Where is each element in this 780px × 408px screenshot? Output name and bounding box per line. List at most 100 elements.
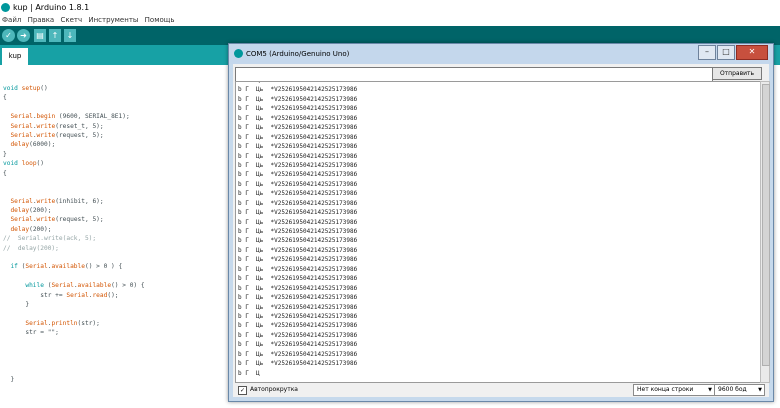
menu-bar: Файл Правка Скетч Инструменты Помощь xyxy=(0,15,780,26)
serial-monitor-body: Отправить b Г Ць *V252619504214252517398… xyxy=(233,64,770,397)
serial-output-line: b Г Ць *V252619504214252517398б xyxy=(238,124,358,132)
menu-file[interactable]: Файл xyxy=(2,15,21,26)
code-line: while (Serial.available() > 0) { xyxy=(25,282,145,290)
chevron-down-icon: ▼ xyxy=(708,387,712,393)
line-ending-value: Нет конца строки xyxy=(637,386,694,393)
tab-kup[interactable]: kup xyxy=(2,48,28,65)
line-ending-select[interactable]: Нет конца строки ▼ xyxy=(633,384,715,396)
code-line: if (Serial.available() > 0 ) { xyxy=(10,263,123,271)
close-button[interactable]: ✕ xyxy=(736,45,768,60)
code-line: delay(200); xyxy=(10,207,52,215)
code-line: { xyxy=(3,94,7,102)
scrollbar[interactable] xyxy=(760,81,770,383)
code-text: void setup() { Serial.begin (9600, SERIAL… xyxy=(3,84,145,385)
serial-output-line: b Г Ць *V252619504214252517398б xyxy=(238,312,358,320)
send-button[interactable]: Отправить xyxy=(712,67,762,80)
code-line: str = ""; xyxy=(3,329,59,337)
arrow-up-icon: ↑ xyxy=(51,31,59,40)
verify-button[interactable]: ✓ xyxy=(2,29,15,42)
serial-output-line: b Г Ць *V252619504214252517398б xyxy=(238,246,358,254)
code-line: } xyxy=(3,376,15,384)
code-line: delay(6000); xyxy=(10,141,56,149)
serial-output-line: b Г Ць *V252619504214252517398б xyxy=(238,360,358,368)
code-line: Serial.write(request, 5); xyxy=(10,131,104,139)
arduino-logo-icon xyxy=(1,3,10,12)
code-line: // Serial.write(ack, 5); xyxy=(3,235,97,243)
serial-output-line: b Г Ць *V252619504214252517398б xyxy=(238,209,358,217)
code-line: Serial.write(request, 5); xyxy=(10,216,104,224)
code-line: Serial.begin (9600, SERIAL_8E1); xyxy=(10,113,130,121)
baud-select[interactable]: 9600 бод ▼ xyxy=(714,384,765,396)
scrollbar-thumb[interactable] xyxy=(762,84,770,366)
serial-input[interactable] xyxy=(235,67,713,82)
serial-output-line: b Г Ць *V252619504214252517398б xyxy=(238,199,358,207)
maximize-icon: □ xyxy=(722,47,730,56)
serial-output-line: b Г Ць *V252619504214252517398б xyxy=(238,180,358,188)
serial-output-text: b Г Ць *V252619504214252517398б b Г Ць *V… xyxy=(238,82,358,378)
arrow-right-icon: ➜ xyxy=(20,31,27,40)
serial-output-line: b Г Ць *V252619504214252517398б xyxy=(238,294,358,302)
open-button[interactable]: ↑ xyxy=(49,29,61,42)
maximize-button[interactable]: □ xyxy=(717,45,735,60)
serial-output-line: b Г Ць *V252619504214252517398б xyxy=(238,171,358,179)
menu-help[interactable]: Помощь xyxy=(145,15,175,26)
serial-monitor-window: COM5 (Arduino/Genuino Uno) – □ ✕ Отправи… xyxy=(228,43,774,402)
serial-output-line: b Г Ць *V252619504214252517398б xyxy=(238,114,358,122)
new-button[interactable]: ▤ xyxy=(34,29,46,42)
code-line: { xyxy=(3,169,7,177)
serial-monitor-title-bar[interactable]: COM5 (Arduino/Genuino Uno) – □ ✕ xyxy=(229,44,773,64)
serial-output-line: b Г Ць *V252619504214252517398б xyxy=(238,190,358,198)
arrow-down-icon: ↓ xyxy=(66,31,74,40)
code-line: Serial.println(str); xyxy=(25,319,100,327)
close-icon: ✕ xyxy=(748,47,756,56)
serial-output-line: b Г Ць *V252619504214252517398б xyxy=(238,218,358,226)
code-line: str += Serial.read(); xyxy=(3,291,119,299)
ide-title-bar: kup | Arduino 1.8.1 xyxy=(0,0,780,15)
code-line: // delay(200); xyxy=(3,244,59,252)
serial-output-line: b Г Ць *V252619504214252517398б xyxy=(238,256,358,264)
menu-sketch[interactable]: Скетч xyxy=(60,15,82,26)
minimize-button[interactable]: – xyxy=(698,45,716,60)
code-line: void loop() xyxy=(3,160,44,168)
save-button[interactable]: ↓ xyxy=(64,29,76,42)
serial-output-line: b Г Ць *V252619504214252517398б xyxy=(238,303,358,311)
serial-output-line: b Г Ць *V252619504214252517398б xyxy=(238,275,358,283)
code-line: } xyxy=(3,150,7,158)
serial-output-line: b Г Ць *V252619504214252517398б xyxy=(238,265,358,273)
serial-output-line: b Г Ць *V252619504214252517398б xyxy=(238,133,358,141)
chevron-down-icon: ▼ xyxy=(758,387,762,393)
serial-output-line: b Г Ць *V252619504214252517398б xyxy=(238,152,358,160)
autoscroll-checkbox[interactable]: ✓ xyxy=(238,386,247,395)
menu-edit[interactable]: Правка xyxy=(28,15,55,26)
serial-output-line: b Г Ць *V252619504214252517398б xyxy=(238,322,358,330)
serial-output-line: b Г Ць *V252619504214252517398б xyxy=(238,331,358,339)
serial-output-line: b Г Ць *V252619504214252517398б xyxy=(238,284,358,292)
code-line: Serial.write(inhibit, 6); xyxy=(10,197,104,205)
serial-output-line: b Г Ць *V252619504214252517398б xyxy=(238,161,358,169)
serial-output-line: b Г Ць *V252619504214252517398б xyxy=(238,105,358,113)
code-line: } xyxy=(3,300,30,308)
code-line: void setup() xyxy=(3,85,48,92)
new-file-icon: ▤ xyxy=(36,31,44,40)
autoscroll-label: Автопрокрутка xyxy=(250,386,298,393)
menu-tools[interactable]: Инструменты xyxy=(88,15,138,26)
serial-output-line: b Г Ц xyxy=(238,369,260,377)
serial-output-line: b Г Ць *V252619504214252517398б xyxy=(238,143,358,151)
upload-button[interactable]: ➜ xyxy=(17,29,30,42)
baud-value: 9600 бод xyxy=(718,386,747,393)
serial-output[interactable]: b Г Ць *V252619504214252517398б b Г Ць *V… xyxy=(235,81,761,383)
serial-footer: ✓ Автопрокрутка Нет конца строки ▼ 9600 … xyxy=(233,383,769,397)
serial-output-line: b Г Ць *V252619504214252517398б xyxy=(238,95,358,103)
code-line: Serial.write(reset_t, 5); xyxy=(10,122,104,130)
check-icon: ✓ xyxy=(5,31,12,40)
